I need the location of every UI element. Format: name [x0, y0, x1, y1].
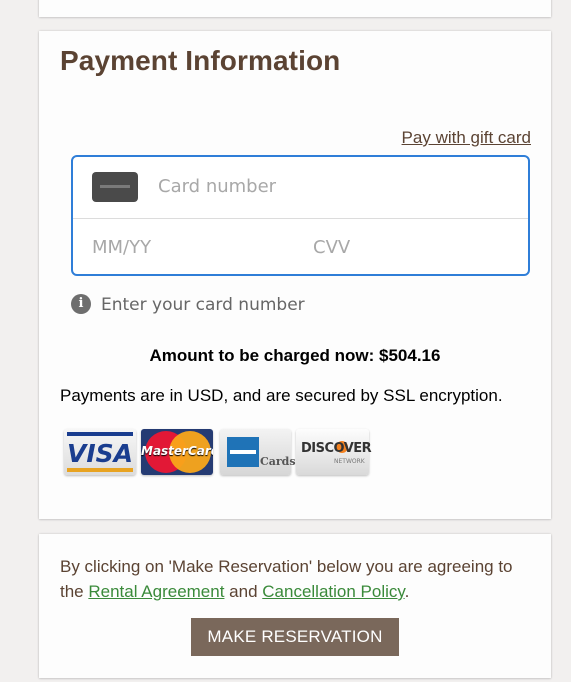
cvv-input[interactable]: CVV	[313, 237, 350, 258]
pay-with-gift-card-link[interactable]: Pay with gift card	[402, 128, 531, 148]
expiry-input[interactable]: MM/YY	[92, 237, 151, 258]
card-number-input[interactable]: Card number	[158, 176, 276, 197]
discover-logo: DISCOVER NETWORK	[296, 429, 372, 475]
terms-card: By clicking on 'Make Reservation' below …	[39, 534, 551, 678]
usd-security-note: Payments are in USD, and are secured by …	[60, 386, 503, 405]
card-number-row[interactable]: Card number	[73, 157, 528, 219]
previous-section-card	[39, 0, 551, 17]
cancellation-policy-link[interactable]: Cancellation Policy	[262, 582, 404, 601]
rental-agreement-link[interactable]: Rental Agreement	[88, 582, 224, 601]
make-reservation-button[interactable]: MAKE RESERVATION	[191, 618, 399, 656]
card-hint-text: Enter your card number	[101, 295, 305, 315]
credit-card-icon	[92, 172, 138, 202]
payment-title: Payment Information	[60, 45, 341, 76]
mastercard-logo: MasterCard	[141, 429, 213, 475]
terms-agreement-text: By clicking on 'Make Reservation' below …	[60, 557, 513, 601]
visa-logo: VISA	[64, 429, 136, 475]
card-input-group[interactable]: Card number MM/YY CVV	[71, 155, 530, 276]
payment-information-card: Payment Information Pay with gift card C…	[39, 31, 551, 519]
amex-logo: Cards	[220, 429, 296, 475]
amount-charged-text: Amount to be charged now: $504.16	[149, 346, 441, 365]
info-icon: i	[71, 294, 91, 314]
